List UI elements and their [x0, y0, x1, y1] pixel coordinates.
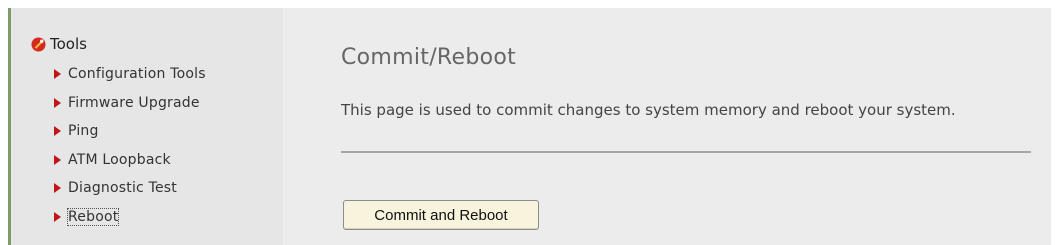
sidebar: Tools Configuration Tools Firmware Upgra…: [11, 8, 283, 245]
sidebar-item-label: Diagnostic Test: [68, 180, 177, 197]
arrow-right-icon: [54, 69, 61, 80]
sidebar-item-label: Reboot: [66, 207, 120, 226]
arrow-right-icon: [54, 154, 61, 165]
sidebar-item-label: ATM Loopback: [68, 151, 171, 168]
page-frame: Tools Configuration Tools Firmware Upgra…: [8, 8, 1051, 245]
arrow-right-icon: [54, 211, 61, 222]
page-title: Commit/Reboot: [341, 45, 517, 70]
sidebar-item-label: Ping: [68, 123, 99, 140]
sidebar-item-reboot[interactable]: Reboot: [54, 203, 206, 232]
sidebar-item-ping[interactable]: Ping: [54, 117, 206, 146]
arrow-right-icon: [54, 126, 61, 137]
divider: [341, 151, 1031, 153]
tools-section-header: Tools: [31, 34, 87, 54]
arrow-right-icon: [54, 97, 61, 108]
sidebar-item-configuration-tools[interactable]: Configuration Tools: [54, 60, 206, 89]
sidebar-item-atm-loopback[interactable]: ATM Loopback: [54, 146, 206, 175]
page-description: This page is used to commit changes to s…: [341, 101, 956, 119]
main-content: Commit/Reboot This page is used to commi…: [341, 8, 1031, 245]
section-title: Tools: [50, 35, 87, 53]
commit-and-reboot-button[interactable]: Commit and Reboot: [343, 200, 539, 230]
arrow-right-icon: [54, 183, 61, 194]
sidebar-menu: Configuration Tools Firmware Upgrade Pin…: [54, 60, 206, 231]
sidebar-item-diagnostic-test[interactable]: Diagnostic Test: [54, 174, 206, 203]
sidebar-item-label: Firmware Upgrade: [68, 94, 200, 111]
tools-icon: [31, 36, 46, 52]
sidebar-item-label: Configuration Tools: [68, 66, 206, 83]
sidebar-item-firmware-upgrade[interactable]: Firmware Upgrade: [54, 89, 206, 118]
